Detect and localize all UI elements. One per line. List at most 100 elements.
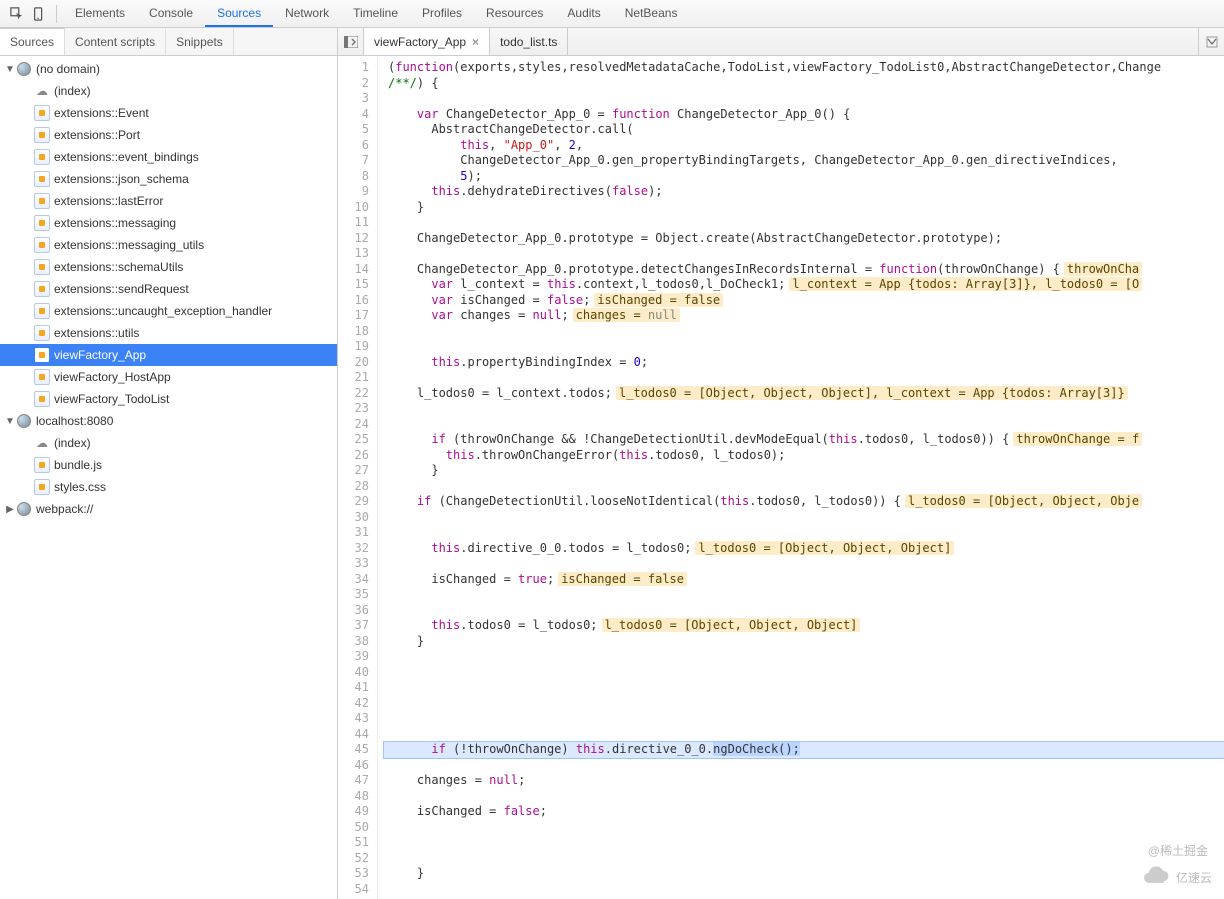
code-editor[interactable]: 1234567891011121314151617181920212223242… [338,56,1224,899]
code-line[interactable] [384,789,1224,805]
tree-file[interactable]: extensions::lastError [0,190,337,212]
code-line[interactable]: } [384,634,1224,650]
code-line[interactable] [384,479,1224,495]
code-line[interactable]: var l_context = this.context,l_todos0,l_… [384,277,1224,293]
code-content[interactable]: (function(exports,styles,resolvedMetadat… [378,56,1224,899]
tree-file[interactable]: extensions::sendRequest [0,278,337,300]
main-tab-audits[interactable]: Audits [555,0,612,27]
code-line[interactable]: var changes = null;changes = null [384,308,1224,324]
code-line[interactable]: if (!throwOnChange) this.directive_0_0.n… [384,742,1224,758]
navigator-sidebar[interactable]: ▼(no domain)(index)extensions::Eventexte… [0,56,338,899]
code-line[interactable] [384,510,1224,526]
tree-file[interactable]: styles.css [0,476,337,498]
main-tab-netbeans[interactable]: NetBeans [613,0,690,27]
code-line[interactable]: ChangeDetector_App_0.prototype.detectCha… [384,262,1224,278]
code-line[interactable] [384,649,1224,665]
code-line[interactable] [384,603,1224,619]
code-line[interactable] [384,215,1224,231]
code-line[interactable]: ChangeDetector_App_0.prototype = Object.… [384,231,1224,247]
code-line[interactable]: this.todos0 = l_todos0;l_todos0 = [Objec… [384,618,1224,634]
code-line[interactable]: ChangeDetector_App_0.gen_propertyBinding… [384,153,1224,169]
code-line[interactable]: l_todos0 = l_context.todos;l_todos0 = [O… [384,386,1224,402]
code-line[interactable] [384,91,1224,107]
main-tab-timeline[interactable]: Timeline [341,0,410,27]
code-line[interactable] [384,525,1224,541]
chevron-down-icon[interactable]: ▼ [4,64,16,75]
code-line[interactable]: this.propertyBindingIndex = 0; [384,355,1224,371]
code-line[interactable]: isChanged = false; [384,804,1224,820]
code-line[interactable]: if (throwOnChange && !ChangeDetectionUti… [384,432,1224,448]
code-line[interactable] [384,370,1224,386]
tree-file[interactable]: extensions::json_schema [0,168,337,190]
tree-file[interactable]: (index) [0,80,337,102]
tree-domain[interactable]: ▶webpack:// [0,498,337,520]
tree-file[interactable]: extensions::Port [0,124,337,146]
code-line[interactable]: } [384,463,1224,479]
code-line[interactable]: var ChangeDetector_App_0 = function Chan… [384,107,1224,123]
sub-tab-snippets[interactable]: Snippets [166,28,234,55]
code-line[interactable]: var isChanged = false;isChanged = false [384,293,1224,309]
device-mode-icon[interactable] [28,3,50,25]
code-line[interactable]: (function(exports,styles,resolvedMetadat… [384,60,1224,76]
file-tab[interactable]: todo_list.ts [490,28,568,55]
code-line[interactable] [384,851,1224,867]
tree-file[interactable]: (index) [0,432,337,454]
main-tab-network[interactable]: Network [273,0,341,27]
main-tab-elements[interactable]: Elements [63,0,137,27]
inspect-element-icon[interactable] [6,3,28,25]
code-line[interactable] [384,556,1224,572]
code-line[interactable] [384,835,1224,851]
tree-file[interactable]: viewFactory_TodoList [0,388,337,410]
code-line[interactable]: if (ChangeDetectionUtil.looseNotIdentica… [384,494,1224,510]
close-icon[interactable]: × [472,35,479,49]
code-line[interactable] [384,339,1224,355]
main-tab-console[interactable]: Console [137,0,205,27]
code-line[interactable]: this.directive_0_0.todos = l_todos0;l_to… [384,541,1224,557]
sub-tab-content-scripts[interactable]: Content scripts [65,28,166,55]
code-line[interactable]: 5); [384,169,1224,185]
tree-file[interactable]: extensions::messaging_utils [0,234,337,256]
code-line[interactable] [384,696,1224,712]
code-line[interactable]: this.dehydrateDirectives(false); [384,184,1224,200]
code-line[interactable]: this.throwOnChangeError(this.todos0, l_t… [384,448,1224,464]
code-line[interactable]: /**/) { [384,76,1224,92]
tree-file[interactable]: extensions::Event [0,102,337,124]
code-line[interactable]: this, "App_0", 2, [384,138,1224,154]
main-tab-resources[interactable]: Resources [474,0,555,27]
tree-domain[interactable]: ▼(no domain) [0,58,337,80]
code-line[interactable] [384,711,1224,727]
code-line[interactable] [384,680,1224,696]
sub-tab-sources[interactable]: Sources [0,28,65,55]
code-line[interactable]: isChanged = true;isChanged = false [384,572,1224,588]
tree-file[interactable]: extensions::event_bindings [0,146,337,168]
code-line[interactable]: } [384,200,1224,216]
file-tab[interactable]: viewFactory_App× [364,28,490,55]
code-line[interactable] [384,820,1224,836]
main-tab-profiles[interactable]: Profiles [410,0,474,27]
code-line[interactable] [384,727,1224,743]
code-line[interactable] [384,587,1224,603]
code-line[interactable] [384,417,1224,433]
tree-file[interactable]: extensions::messaging [0,212,337,234]
tree-domain[interactable]: ▼localhost:8080 [0,410,337,432]
code-line[interactable]: changes = null; [384,773,1224,789]
main-tab-sources[interactable]: Sources [205,0,273,27]
tree-file[interactable]: bundle.js [0,454,337,476]
code-line[interactable] [384,246,1224,262]
chevron-right-icon[interactable]: ▶ [4,504,16,515]
tree-file[interactable]: extensions::utils [0,322,337,344]
tree-file[interactable]: viewFactory_HostApp [0,366,337,388]
more-tabs-icon[interactable] [1198,28,1224,55]
toggle-navigator-icon[interactable] [338,28,364,55]
code-line[interactable] [384,324,1224,340]
tree-file[interactable]: extensions::uncaught_exception_handler [0,300,337,322]
code-line[interactable]: } [384,866,1224,882]
code-line[interactable] [384,401,1224,417]
code-line[interactable] [384,882,1224,898]
code-line[interactable] [384,665,1224,681]
chevron-down-icon[interactable]: ▼ [4,416,16,427]
tree-file[interactable]: viewFactory_App [0,344,337,366]
code-line[interactable]: AbstractChangeDetector.call( [384,122,1224,138]
tree-file[interactable]: extensions::schemaUtils [0,256,337,278]
code-line[interactable] [384,758,1224,774]
